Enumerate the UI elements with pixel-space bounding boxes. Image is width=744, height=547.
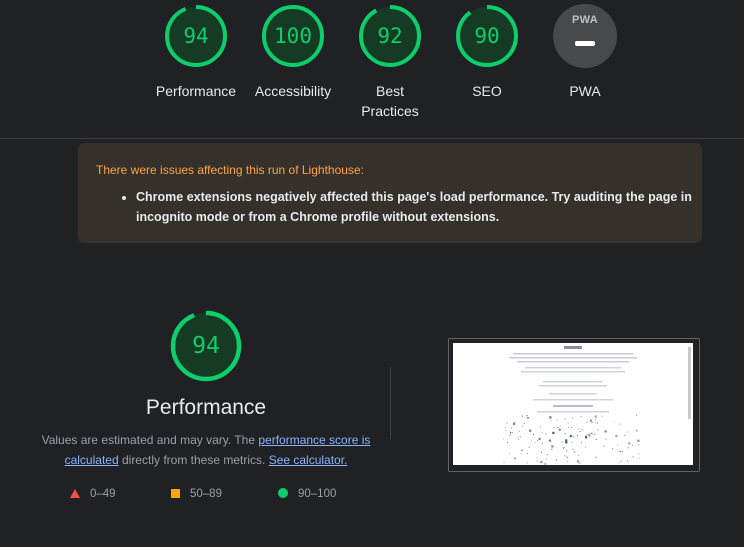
final-screenshot[interactable] — [448, 338, 700, 472]
warning-list: Chrome extensions negatively affected th… — [118, 187, 696, 227]
run-warnings-box: There were issues affecting this run of … — [78, 143, 702, 243]
performance-summary: 94 Performance Values are estimated and … — [40, 310, 372, 470]
pwa-badge-text: PWA — [572, 14, 598, 26]
gauge-label: Performance — [155, 83, 237, 99]
gauge-label: Best Practices — [361, 83, 419, 119]
section-divider — [0, 138, 744, 139]
category-gauges: 94 Performance 100 Accessibility 92 Best… — [0, 0, 744, 138]
gauge-label: Accessibility — [254, 83, 332, 99]
vertical-separator — [390, 367, 391, 439]
warning-title: There were issues affecting this run of … — [96, 163, 364, 177]
legend-average: 50–89 — [171, 488, 222, 500]
page-thumbnail — [503, 346, 640, 465]
score-value: 94 — [183, 24, 209, 48]
score-ring: 100 — [261, 4, 325, 68]
gauge-pwa[interactable]: PWA PWA — [530, 0, 640, 101]
score-value: 100 — [274, 24, 312, 48]
gauge-seo[interactable]: 90 SEO — [432, 0, 542, 101]
triangle-icon — [70, 489, 80, 498]
gauge-performance[interactable]: 94 Performance — [141, 0, 251, 101]
circle-icon — [278, 488, 288, 498]
gauge-label: SEO — [472, 83, 502, 99]
scrollbar-thumb — [688, 347, 691, 419]
see-calculator-link[interactable]: See calculator. — [269, 453, 348, 467]
score-value: 92 — [377, 24, 403, 48]
legend-range: 90–100 — [298, 488, 337, 500]
legend-range: 50–89 — [190, 488, 222, 500]
pwa-dash-icon — [575, 41, 595, 46]
warning-item: Chrome extensions negatively affected th… — [136, 187, 696, 227]
legend-fail: 0–49 — [70, 488, 116, 500]
gauge-accessibility[interactable]: 100 Accessibility — [238, 0, 348, 101]
performance-description: Values are estimated and may vary. The p… — [40, 430, 372, 470]
pwa-badge: PWA — [553, 4, 617, 68]
performance-title: Performance — [145, 396, 267, 419]
legend-range: 0–49 — [90, 488, 116, 500]
score-ring: 94 — [164, 4, 228, 68]
desc-text: Values are estimated and may vary. The — [41, 433, 259, 447]
gauge-label: PWA — [569, 83, 601, 99]
performance-score-ring: 94 — [170, 310, 242, 382]
gauge-best-practices[interactable]: 92 Best Practices — [335, 0, 445, 121]
score-ring: 92 — [358, 4, 422, 68]
legend-pass: 90–100 — [278, 488, 336, 500]
square-icon — [171, 489, 180, 498]
score-value: 90 — [474, 24, 500, 48]
performance-score-value: 94 — [192, 333, 220, 359]
final-screenshot-image — [453, 343, 693, 465]
score-ring: 90 — [455, 4, 519, 68]
desc-text: directly from these metrics. — [118, 453, 269, 467]
